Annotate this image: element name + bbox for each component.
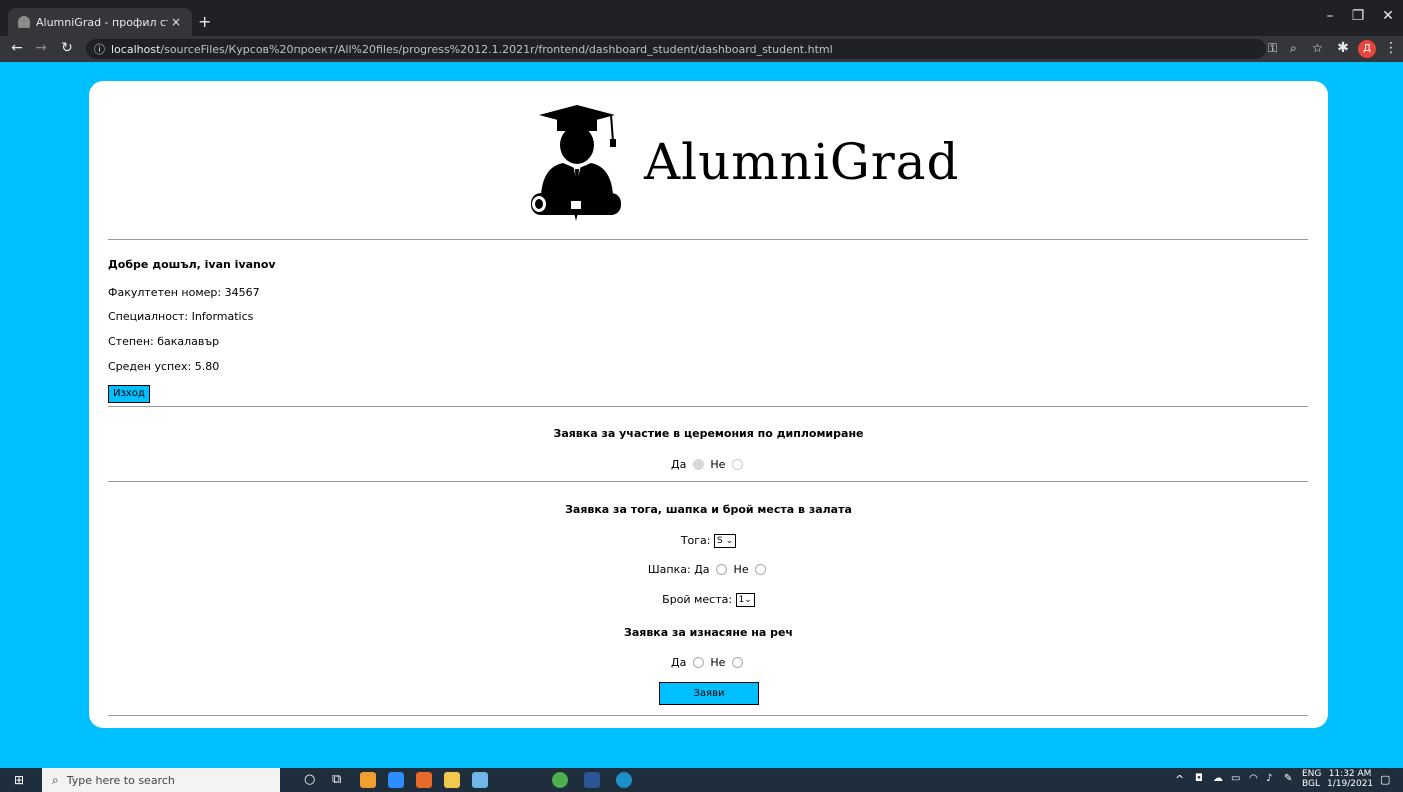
menu-kebab-icon[interactable]: ⋮ bbox=[1382, 40, 1400, 56]
seats-label: Брой места: bbox=[662, 593, 733, 606]
logout-button[interactable]: Изход bbox=[108, 385, 150, 403]
volume-icon[interactable]: ♪ bbox=[1266, 773, 1272, 784]
ceremony-no-radio[interactable] bbox=[731, 458, 743, 470]
restore-icon[interactable]: ❐ bbox=[1346, 8, 1370, 24]
cortana-icon[interactable]: ○ bbox=[304, 772, 315, 787]
specialty: Специалност: Informatics bbox=[108, 310, 254, 323]
url-text: localhost/sourceFiles/Курсов%20проект/Al… bbox=[111, 43, 833, 56]
ceremony-heading: Заявка за участие в церемония по дипломи… bbox=[553, 427, 864, 440]
seats-row: Брой места: 1⌄ bbox=[89, 593, 1328, 607]
windows-start-icon[interactable]: ⊞ bbox=[14, 773, 24, 787]
speech-heading: Заявка за изнасяне на реч bbox=[624, 626, 793, 639]
forward-arrow-icon[interactable]: → bbox=[32, 40, 50, 56]
xampp-icon[interactable] bbox=[360, 772, 376, 788]
ceremony-no-label: Не bbox=[710, 458, 726, 471]
taskbar-search[interactable]: ⌕ Type here to search bbox=[42, 768, 280, 792]
site-info-icon[interactable]: ⓘ bbox=[94, 41, 105, 57]
browser-toolbar: ← → ↻ ⓘ localhost/sourceFiles/Курсов%20п… bbox=[0, 36, 1403, 62]
windows-taskbar: ⊞ ⌕ Type here to search ○ ⧉ ^ ◘ ☁ ▭ ◠ ♪ … bbox=[0, 768, 1403, 792]
ceremony-options: Да Не bbox=[89, 458, 1328, 471]
student-favicon-icon bbox=[18, 16, 30, 28]
gown-row: Тога: S ⌄ bbox=[89, 534, 1328, 548]
ceremony-yes-label: Да bbox=[671, 458, 687, 471]
new-tab-button[interactable]: + bbox=[198, 12, 211, 31]
cap-yes-label: Да bbox=[694, 563, 710, 576]
address-bar[interactable]: ⓘ localhost/sourceFiles/Курсов%20проект/… bbox=[86, 39, 1266, 59]
speech-no-radio[interactable] bbox=[731, 656, 743, 668]
close-window-icon[interactable]: ✕ bbox=[1376, 8, 1400, 24]
speech-yes-radio[interactable] bbox=[692, 656, 704, 668]
cap-yes-radio[interactable] bbox=[716, 563, 728, 575]
clock-date: 1/19/2021 bbox=[1327, 779, 1374, 789]
submit-button[interactable]: Заяви bbox=[659, 682, 759, 705]
cap-label: Шапка: bbox=[647, 563, 691, 576]
task-view-icon[interactable]: ⧉ bbox=[332, 772, 341, 787]
gpa: Среден успех: 5.80 bbox=[108, 360, 220, 373]
file-explorer-icon[interactable] bbox=[444, 772, 460, 788]
extensions-puzzle-icon[interactable]: ✱ bbox=[1334, 40, 1352, 56]
cap-no-radio[interactable] bbox=[755, 563, 767, 575]
speech-no-label: Не bbox=[710, 656, 726, 669]
gown-size-select[interactable]: S ⌄ bbox=[714, 534, 737, 548]
edge-icon[interactable] bbox=[616, 772, 632, 788]
minimize-icon[interactable]: – bbox=[1318, 8, 1342, 24]
tab-title: AlumniGrad - профил студент bbox=[36, 15, 168, 29]
welcome-heading: Добре дошъл, ivan ivanov bbox=[108, 258, 276, 271]
clock[interactable]: 11:32 AM 1/19/2021 bbox=[1327, 769, 1373, 789]
chrome-icon[interactable] bbox=[552, 772, 568, 788]
network-icon[interactable]: ▭ bbox=[1231, 773, 1240, 784]
degree: Степен: бакалавър bbox=[108, 335, 220, 348]
divider bbox=[108, 406, 1308, 407]
speech-options: Да Не bbox=[89, 656, 1328, 669]
language-top: ENG bbox=[1302, 769, 1322, 779]
browser-titlebar: AlumniGrad - профил студент × + – ❐ ✕ bbox=[0, 0, 1403, 36]
onedrive-icon[interactable]: ☁ bbox=[1213, 773, 1223, 784]
gown-size-value: S bbox=[717, 536, 723, 546]
tab-close-icon[interactable]: × bbox=[168, 15, 184, 29]
pen-icon[interactable]: ✎ bbox=[1284, 773, 1292, 784]
store-icon[interactable] bbox=[472, 772, 488, 788]
zoom-app-icon[interactable] bbox=[388, 772, 404, 788]
bookmark-star-icon[interactable]: ☆ bbox=[1312, 41, 1323, 55]
cap-row: Шапка: Да Не bbox=[89, 563, 1328, 576]
dashboard-card: AlumniGrad Добре дошъл, ivan ivanov Факу… bbox=[89, 81, 1328, 728]
brand-title: AlumniGrad bbox=[644, 133, 960, 191]
chevron-down-icon: ⌄ bbox=[725, 536, 734, 546]
ceremony-yes-radio[interactable] bbox=[692, 458, 704, 470]
graduate-logo-icon bbox=[531, 105, 621, 221]
word-icon[interactable] bbox=[584, 772, 600, 788]
url-path: /sourceFiles/Курсов%20проект/All%20files… bbox=[160, 42, 833, 56]
divider bbox=[108, 239, 1308, 240]
gown-heading: Заявка за тога, шапка и брой места в зал… bbox=[565, 503, 852, 516]
gown-label: Тога: bbox=[680, 534, 711, 547]
key-icon[interactable]: ⚿ bbox=[1268, 41, 1277, 56]
ubuntu-icon[interactable] bbox=[416, 772, 432, 788]
zoom-icon[interactable]: ⌕ bbox=[1290, 41, 1297, 56]
notifications-icon[interactable]: ▢ bbox=[1380, 773, 1390, 786]
search-icon: ⌕ bbox=[52, 772, 59, 787]
chevron-down-icon: ⌄ bbox=[744, 595, 752, 605]
clock-time: 11:32 AM bbox=[1328, 769, 1372, 779]
speech-yes-label: Да bbox=[671, 656, 687, 669]
reload-icon[interactable]: ↻ bbox=[58, 40, 76, 56]
language-indicator[interactable]: ENG BGL bbox=[1302, 769, 1321, 789]
divider bbox=[108, 715, 1308, 716]
url-host: localhost bbox=[111, 42, 161, 56]
divider bbox=[108, 481, 1308, 482]
tray-chevron-icon[interactable]: ^ bbox=[1175, 773, 1184, 786]
seats-select[interactable]: 1⌄ bbox=[735, 593, 755, 607]
profile-avatar[interactable]: Д bbox=[1358, 40, 1376, 58]
back-arrow-icon[interactable]: ← bbox=[8, 40, 26, 56]
wifi-icon[interactable]: ◠ bbox=[1249, 773, 1258, 784]
logo: AlumniGrad bbox=[527, 103, 959, 223]
meet-now-icon[interactable]: ◘ bbox=[1195, 773, 1203, 784]
faculty-number: Факултетен номер: 34567 bbox=[108, 286, 260, 299]
language-bottom: BGL bbox=[1302, 779, 1321, 789]
browser-tab[interactable]: AlumniGrad - профил студент × bbox=[8, 8, 192, 36]
taskbar-search-placeholder: Type here to search bbox=[66, 773, 175, 787]
cap-no-label: Не bbox=[733, 563, 749, 576]
